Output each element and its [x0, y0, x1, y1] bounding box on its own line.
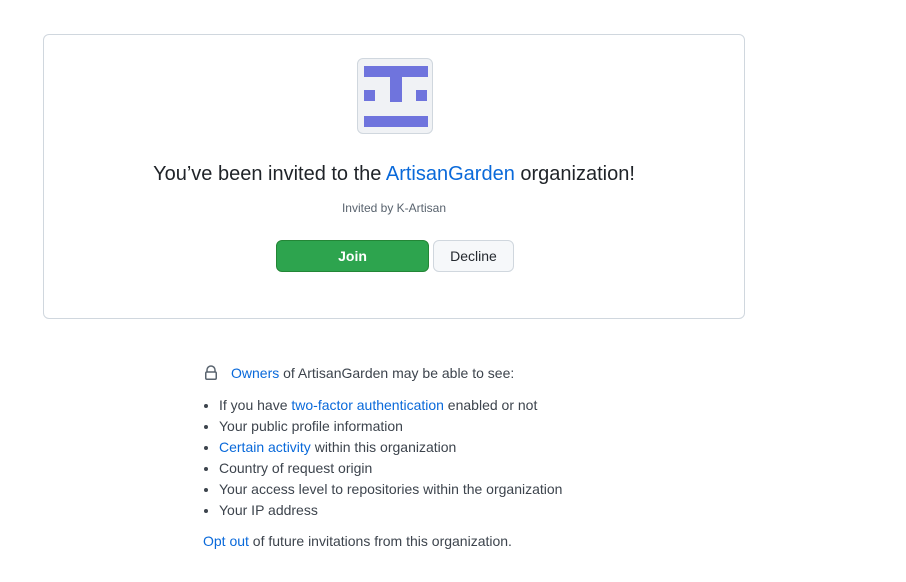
list-item-text: within this organization	[310, 439, 457, 455]
opt-out-suffix: of future invitations from this organiza…	[248, 533, 512, 549]
list-item: Country of request origin	[219, 458, 562, 479]
invitation-card: You’ve been invited to the ArtisanGarden…	[43, 34, 745, 319]
headline-suffix: organization!	[514, 163, 635, 185]
org-identicon-icon	[364, 66, 428, 127]
lock-icon	[203, 365, 219, 381]
join-org-button[interactable]: Join ArtisanGarden	[276, 240, 429, 294]
invitation-page: You’ve been invited to the ArtisanGarden…	[0, 0, 906, 582]
owners-link[interactable]: Owners	[231, 365, 279, 381]
org-avatar[interactable]	[357, 58, 433, 134]
invited-by-text: Invited by K-Artisan	[341, 201, 447, 215]
decline-button[interactable]: Decline	[433, 240, 514, 272]
certain-activity-link[interactable]: Certain activity	[219, 439, 311, 455]
list-item: Your access level to repositories within…	[219, 479, 562, 500]
privacy-heading: Owners of ArtisanGarden may be able to s…	[203, 363, 562, 383]
list-item-text: If you have	[219, 397, 292, 413]
opt-out-link[interactable]: Opt out	[203, 533, 249, 549]
invitation-headline: You’ve been invited to the ArtisanGarden…	[44, 161, 744, 187]
invitation-actions: Join ArtisanGarden Decline	[276, 240, 514, 294]
two-factor-link[interactable]: two-factor authentication	[291, 397, 444, 413]
opt-out-text: Opt out of future invitations from this …	[203, 531, 562, 551]
owners-text: of ArtisanGarden may be able to see:	[279, 365, 515, 381]
headline-prefix: You’ve been invited to the	[153, 163, 386, 185]
list-item: Certain activity within this organizatio…	[219, 437, 562, 458]
org-name-link[interactable]: ArtisanGarden	[386, 163, 515, 185]
list-item-text: Your access level to repositories within…	[219, 481, 563, 497]
list-item-text: Your public profile information	[219, 418, 403, 434]
list-item-text: Your IP address	[219, 502, 318, 518]
privacy-notice: Owners of ArtisanGarden may be able to s…	[203, 363, 562, 551]
list-item: Your IP address	[219, 500, 562, 521]
list-item-text: enabled or not	[443, 397, 538, 413]
list-item-text: Country of request origin	[219, 460, 373, 476]
list-item: Your public profile information	[219, 416, 562, 437]
list-item: If you have two-factor authentication en…	[219, 395, 562, 416]
visible-info-list: If you have two-factor authentication en…	[203, 395, 562, 521]
